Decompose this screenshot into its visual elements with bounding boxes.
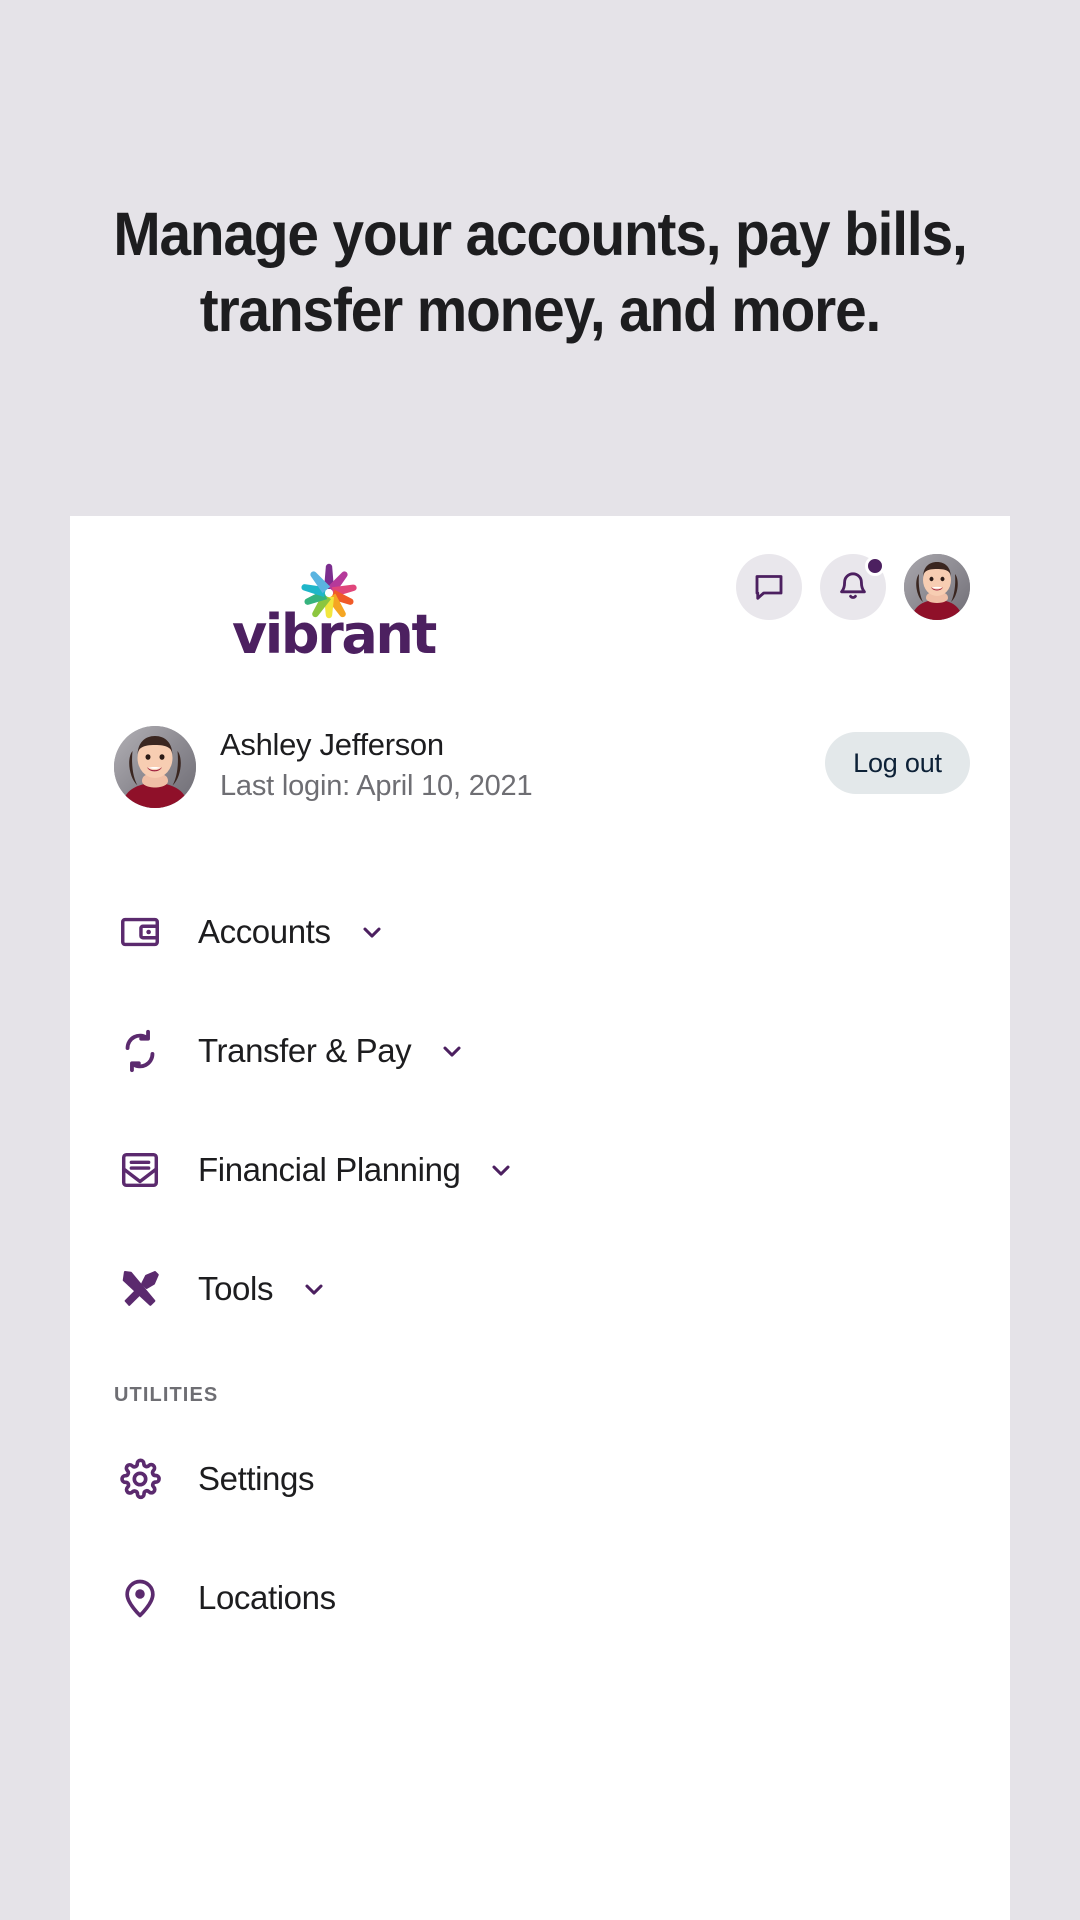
- user-avatar-portrait-image: [114, 726, 196, 808]
- chevron-down-icon[interactable]: [357, 917, 387, 947]
- nav-label-settings: Settings: [198, 1459, 315, 1497]
- nav-item-financial-planning[interactable]: Financial Planning: [70, 1110, 1010, 1229]
- nav-item-settings[interactable]: Settings: [70, 1419, 1010, 1538]
- page-title-line-1: Manage your accounts, pay bills,: [113, 200, 967, 268]
- header-icon-group: [736, 554, 970, 620]
- nav-label-accounts: Accounts: [198, 912, 331, 950]
- user-last-login: Last login: April 10, 2021: [220, 770, 533, 802]
- vibrant-logo[interactable]: vibrant: [158, 558, 437, 668]
- map-pin-icon: [114, 1572, 166, 1624]
- card-header: vibrant: [70, 516, 1010, 706]
- nav-label-transfer-and-pay: Transfer & Pay: [198, 1031, 412, 1069]
- user-name: Ashley Jefferson: [220, 727, 444, 762]
- wallet-icon: [114, 906, 166, 958]
- nav-item-transfer-and-pay[interactable]: Transfer & Pay: [70, 991, 1010, 1110]
- page-title: Manage your accounts, pay bills, transfe…: [38, 196, 1042, 348]
- chevron-down-icon[interactable]: [437, 1036, 467, 1066]
- user-avatar[interactable]: [114, 726, 196, 808]
- user-info: Ashley Jefferson Last login: April 10, 2…: [220, 724, 533, 806]
- account-avatar[interactable]: [904, 554, 970, 620]
- main-navigation: Accounts Transfer & Pay Financial Planni…: [70, 872, 1010, 1657]
- app-card: vibrant Ashley Jefferson Last login: Apr…: [70, 516, 1010, 1920]
- notification-badge-dot: [865, 556, 885, 576]
- envelope-document-icon: [114, 1144, 166, 1196]
- notifications-icon[interactable]: [820, 554, 886, 620]
- nav-label-locations: Locations: [198, 1578, 336, 1616]
- user-summary-row: Ashley Jefferson Last login: April 10, 2…: [70, 708, 1010, 848]
- app-screen: Manage your accounts, pay bills, transfe…: [0, 0, 1080, 1920]
- nav-item-locations[interactable]: Locations: [70, 1538, 1010, 1657]
- nav-item-accounts[interactable]: Accounts: [70, 872, 1010, 991]
- nav-label-financial-planning: Financial Planning: [198, 1150, 461, 1188]
- avatar-portrait-image: [904, 554, 970, 620]
- logout-button[interactable]: Log out: [825, 732, 970, 794]
- gear-icon: [114, 1453, 166, 1505]
- chevron-down-icon[interactable]: [299, 1274, 329, 1304]
- chevron-down-icon[interactable]: [486, 1155, 516, 1185]
- section-label-utilities: UTILITIES: [114, 1384, 219, 1406]
- hammer-screwdriver-icon: [114, 1263, 166, 1315]
- page-title-line-2: transfer money, and more.: [199, 276, 881, 344]
- transfer-sync-icon: [114, 1025, 166, 1077]
- messages-icon[interactable]: [736, 554, 802, 620]
- nav-item-tools[interactable]: Tools: [70, 1229, 1010, 1348]
- nav-label-tools: Tools: [198, 1269, 274, 1307]
- vibrant-wordmark: vibrant: [232, 603, 437, 666]
